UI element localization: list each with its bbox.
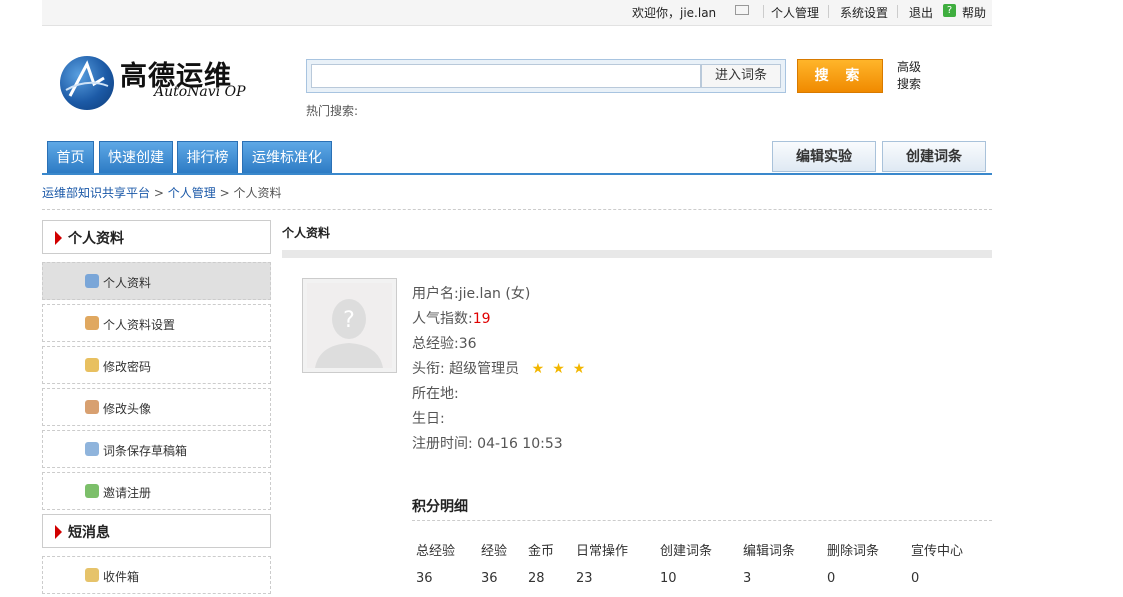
document-edit-icon [85,442,99,456]
default-avatar-icon: ? [307,283,392,368]
score-header: 日常操作 [576,544,629,559]
user-title: 超级管理员 [449,361,520,377]
sidebar-section-profile[interactable]: 个人资料 [42,220,271,254]
birthday-line: 生日: [412,411,445,427]
page-title: 个人资料 [282,226,331,240]
score-header: 宣传中心 [911,544,964,559]
avatar: ? [302,278,397,373]
popularity-line: 人气指数:19 [412,311,491,327]
tab-ranking[interactable]: 排行榜 [177,141,238,173]
register-time-line: 注册时间: 04-16 10:53 [412,436,563,452]
triangle-right-icon [55,525,62,539]
search-bar: 进入词条 [306,59,786,93]
breadcrumb-divider [42,209,992,210]
breadcrumb-personal-manage[interactable]: 个人管理 [168,186,216,200]
logo-subtitle: AutoNavi OP [154,84,246,100]
score-value: 28 [528,571,545,586]
sidebar-section-title: 个人资料 [68,231,124,247]
sidebar-section-messages[interactable]: 短消息 [42,514,271,548]
score-divider [412,520,992,521]
tab-ops-standard[interactable]: 运维标准化 [242,141,332,173]
top-bar: 欢迎你，jie.lan 个人管理 系统设置 退出 ? 帮助 [42,0,992,26]
help-link[interactable]: 帮助 [962,4,986,21]
edit-experiment-button[interactable]: 编辑实验 [772,141,876,172]
popularity-value: 19 [472,311,491,327]
sidebar-item-change-avatar[interactable]: 修改头像 [42,388,271,426]
score-value: 23 [576,571,593,586]
sidebar-section-title: 短消息 [68,525,110,541]
advanced-search-link[interactable]: 高级搜索 [897,59,927,93]
system-settings-link[interactable]: 系统设置 [840,4,888,21]
personal-manage-link[interactable]: 个人管理 [771,4,819,21]
create-entry-button[interactable]: 创建词条 [882,141,986,172]
search-input[interactable] [311,64,701,88]
sidebar-item-profile-settings[interactable]: 个人资料设置 [42,304,271,342]
nav-divider [42,173,992,175]
score-value: 36 [481,571,498,586]
sidebar-item-invite[interactable]: 邀请注册 [42,472,271,510]
breadcrumb-separator: > [153,186,168,200]
triangle-right-icon [55,231,62,245]
score-value: 0 [911,571,920,586]
welcome-text: 欢迎你，jie.lan [632,6,717,20]
username-line: 用户名:jie.lan (女) [412,286,531,302]
username: jie.lan (女) [458,286,531,302]
score-header: 编辑词条 [743,544,796,559]
tab-home[interactable]: 首页 [47,141,94,173]
score-header: 删除词条 [827,544,880,559]
title-band [282,250,992,258]
user-settings-icon [85,316,99,330]
question-icon[interactable]: ? [943,4,956,17]
sidebar-item-profile[interactable]: 个人资料 [42,262,271,300]
breadcrumb-home[interactable]: 运维部知识共享平台 [42,186,150,200]
experience-line: 总经验:36 [412,336,477,352]
sidebar-item-change-password[interactable]: 修改密码 [42,346,271,384]
title-line: 头衔: 超级管理员 ★ ★ ★ [412,361,586,377]
location-line: 所在地: [412,386,459,402]
sidebar-item-drafts[interactable]: 词条保存草稿箱 [42,430,271,468]
breadcrumb-current: 个人资料 [233,186,282,200]
users-add-icon [85,484,99,498]
breadcrumb-separator: > [219,186,234,200]
score-value: 0 [827,571,836,586]
svg-text:?: ? [343,308,355,333]
search-button[interactable]: 搜 索 [797,59,883,93]
score-header: 经验 [481,544,508,559]
score-header: 创建词条 [660,544,713,559]
inbox-icon [85,568,99,582]
score-header: 金币 [528,544,555,559]
star-icon: ★ [552,361,565,377]
enter-entry-button[interactable]: 进入词条 [701,64,781,88]
star-icon: ★ [572,361,586,377]
score-header: 总经验 [416,544,456,559]
avatar-edit-icon [85,400,99,414]
logout-link[interactable]: 退出 [909,4,933,21]
user-edit-icon [85,274,99,288]
lock-icon [85,358,99,372]
score-value: 10 [660,571,677,586]
score-value: 36 [416,571,433,586]
star-icon: ★ [531,361,545,377]
logo-icon [60,56,114,110]
score-detail-title: 积分明细 [412,499,468,515]
hot-search-label: 热门搜索: [306,104,359,118]
breadcrumb: 运维部知识共享平台 > 个人管理 > 个人资料 [42,184,281,201]
score-value: 3 [743,571,752,586]
logo[interactable]: 高德运维 AutoNavi OP [60,54,290,110]
tab-quick-create[interactable]: 快速创建 [99,141,173,173]
envelope-icon[interactable] [735,5,749,15]
sidebar-item-inbox[interactable]: 收件箱 [42,556,271,594]
